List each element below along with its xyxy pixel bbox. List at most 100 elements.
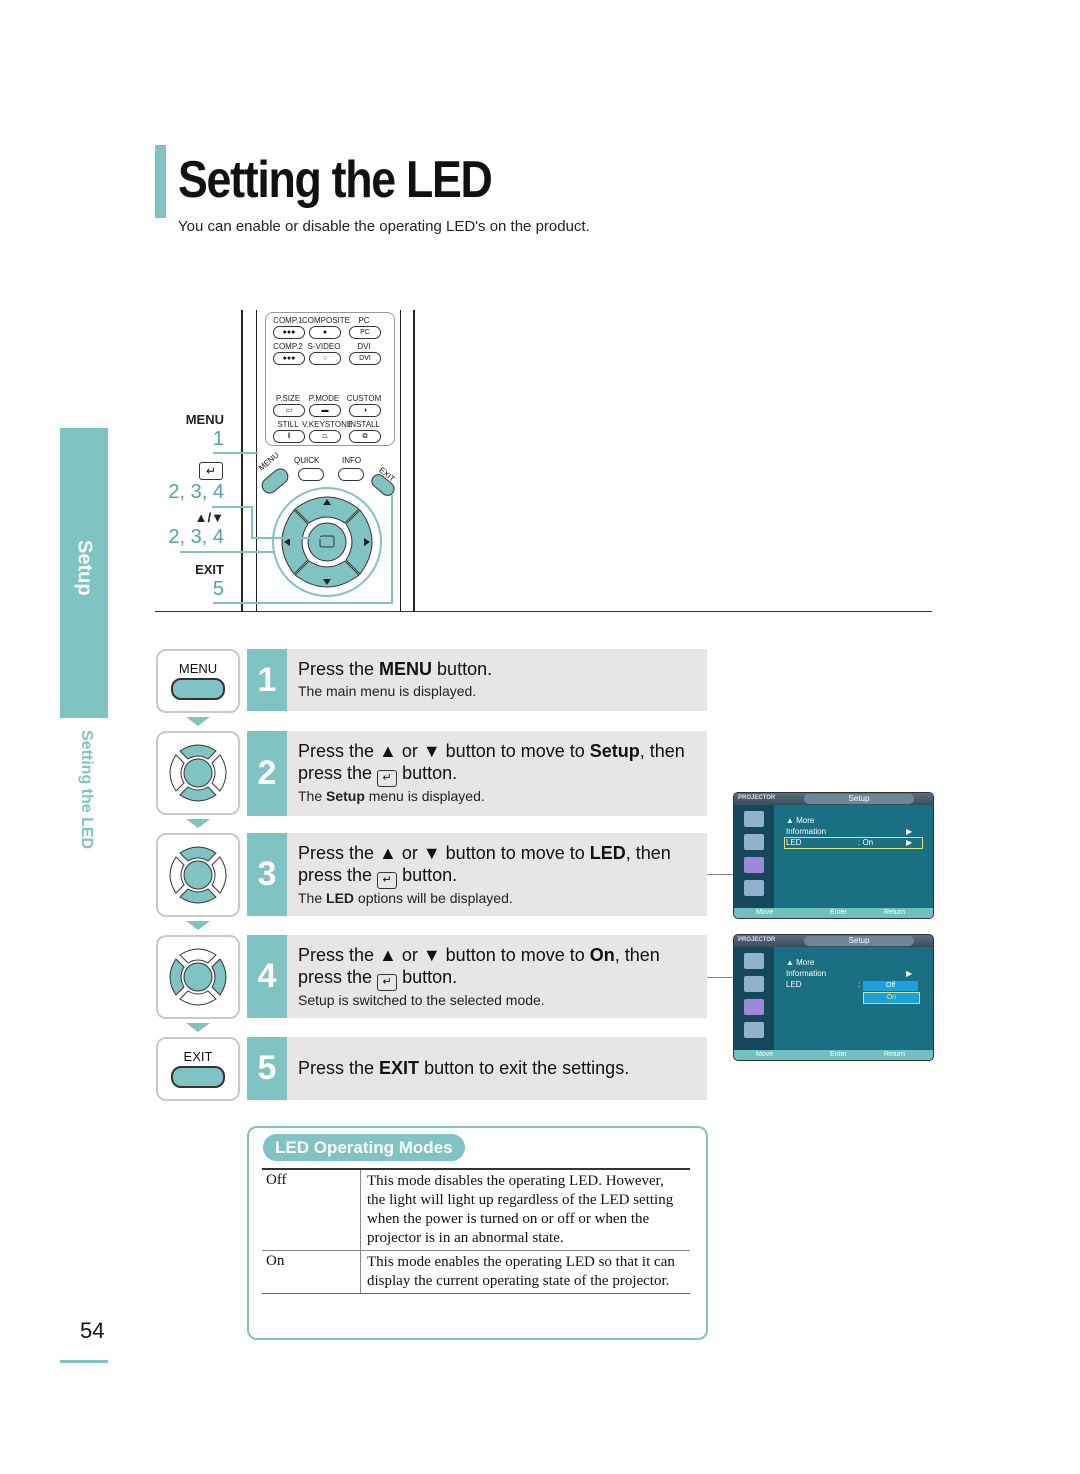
step-number: 4 [247,935,287,1018]
page-number-rule [60,1360,108,1363]
mode-name: Off [262,1170,361,1250]
menu-icon [171,678,225,700]
remote-button-label: CUSTOM [346,394,382,403]
step-number: 2 [247,731,287,816]
remote-button-label: P.MODE [308,394,340,403]
next-step-arrow-icon [186,819,210,828]
step-1: 1 Press the MENU button. The main menu is … [247,649,707,711]
mode-description: This mode disables the operating LED. Ho… [367,1173,674,1246]
osd-menu-item[interactable]: LED [786,980,802,989]
osd-option-icon [744,1022,764,1038]
remote-button[interactable]: ‖ [273,430,305,443]
osd-return-hint: Return [884,1051,906,1058]
remote-button[interactable]: ⏢ [309,430,341,443]
exit-icon [171,1066,225,1088]
osd-dropdown-option[interactable]: On [863,992,920,1004]
osd-picture-icon [744,976,764,992]
remote-button-label: V.KEYSTONE [302,420,353,429]
osd-setup-screen: PROJECTOR Setup ▲ More Information ▶ LED: Off O… [733,934,934,1061]
remote-button[interactable]: ○ [309,352,341,365]
step-result: The Setup menu is displayed. [298,788,485,804]
callout-enter-steps: 2, 3, 4 [168,481,224,503]
remote-button[interactable]: ●●● [273,352,305,365]
enter-key-icon: ↵ [377,974,398,991]
osd-menu-item[interactable]: Information [786,969,826,978]
osd-return-hint: Return [884,909,906,916]
remote-quick-button[interactable] [298,468,324,481]
osd-header: PROJECTOR Setup [734,935,933,947]
enter-key-icon: ↵ [377,770,398,787]
callout-line [213,602,393,604]
led-modes-heading: LED Operating Modes [263,1134,465,1161]
osd-menu-item[interactable]: ▲ More [786,816,814,825]
enter-key-icon: ↵ [377,872,398,889]
step-number: 5 [247,1037,287,1100]
page-subtitle: You can enable or disable the operating … [178,218,590,235]
callout-updown-steps: 2, 3, 4 [168,526,224,548]
table-row: Off This mode disables the operating LED… [262,1168,690,1250]
osd-category-bar [734,947,774,1050]
table-row: On This mode enables the operating LED s… [262,1250,690,1294]
osd-input-icon [744,811,764,827]
remote-button[interactable]: ◑ [349,404,381,417]
remote-body-edge [241,310,243,612]
step-result: Setup is switched to the selected mode. [298,992,545,1008]
callout-line [213,452,258,454]
osd-title: Setup [804,794,914,804]
side-section-label: Setting the LED [78,730,95,850]
remote-quick-label: QUICK [294,456,320,465]
osd-enter-hint: Enter [830,1051,847,1058]
callout-menu-steps: 1 [212,428,224,450]
remote-button[interactable]: ● [309,326,341,339]
osd-item-value: : [858,980,861,989]
dpad-icon [169,744,227,802]
callout-enter-icon: ↵ [199,462,223,480]
led-modes-table: Off This mode disables the operating LED… [262,1168,690,1294]
osd-move-hint: Move [756,1051,774,1058]
callout-line [251,537,321,539]
remote-button[interactable]: ▬ [309,404,341,417]
osd-footer: Move Enter Return [734,1050,933,1060]
step-number: 1 [247,649,287,711]
step-instruction: Press the EXIT button to exit the settin… [298,1058,630,1078]
callout-menu-label: MENU [185,412,224,427]
step-4: 4 Press the ▲ or ▼ button to move to On, … [247,935,707,1018]
step-3: 3 Press the ▲ or ▼ button to move to LED,… [247,833,707,916]
dpad-icon [169,846,227,904]
remote-dpad [272,487,382,597]
remote-button[interactable]: DVI [349,352,381,365]
dpad-enter-button[interactable] [307,522,347,562]
step-4-button-icon [156,935,240,1019]
callout-line [180,551,275,553]
osd-option-icon [744,880,764,896]
next-step-arrow-icon [186,1023,210,1032]
next-step-arrow-icon [186,921,210,930]
callout-exit-steps: 5 [212,578,224,600]
osd-setup-icon [744,857,764,873]
remote-button[interactable]: PC [349,326,381,339]
remote-button[interactable]: ▭ [273,404,305,417]
remote-button-label: INSTALL [348,420,380,429]
mode-description: This mode enables the operating LED so t… [367,1254,675,1289]
section-divider [155,611,932,612]
remote-button[interactable]: ●●● [273,326,305,339]
page-number: 54 [80,1318,105,1343]
osd-move-hint: Move [756,909,774,916]
osd-menu-item[interactable]: Information [786,827,826,836]
step-result: The LED options will be displayed. [298,890,513,906]
remote-button-label: DVI [357,342,371,351]
step-number: 3 [247,833,287,916]
osd-category-bar [734,805,774,908]
step-instruction: Press the MENU button. [298,659,493,679]
osd-menu-item[interactable]: ▲ More [786,958,814,967]
step-2: 2 Press the ▲ or ▼ button to move to Setu… [247,731,707,816]
osd-setup-screen: PROJECTOR Setup ▲ More Information ▶ LED: On ▶… [733,792,934,919]
remote-info-button[interactable] [338,468,364,481]
button-label: EXIT [183,1049,213,1064]
osd-header: PROJECTOR Setup [734,793,933,805]
step-2-button-icon [156,731,240,815]
remote-button[interactable]: ⧉ [349,430,381,443]
step-instruction: Press the ▲ or ▼ button to move to On, t… [298,944,660,991]
osd-selection-highlight [784,837,923,849]
osd-dropdown-option[interactable]: Off [863,981,918,991]
